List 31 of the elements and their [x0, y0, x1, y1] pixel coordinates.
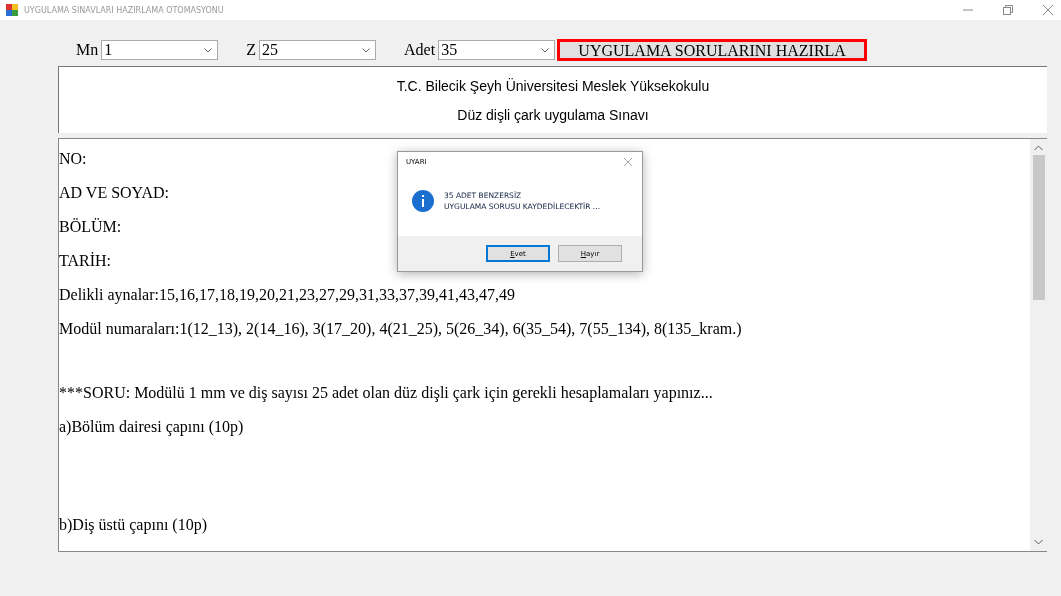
question-part: a)Bölüm dairesi çapını (10p) [59, 417, 244, 437]
combo-box[interactable]: 25 [259, 40, 376, 60]
question-text: ***SORU: Modülü 1 mm ve diş sayısı 25 adet olan düz dişli çark için gerekli hesaplamaları yapınız... [59, 383, 713, 403]
field-label: Z [246, 41, 256, 59]
dropdown-icon [204, 47, 213, 53]
info-icon [412, 190, 434, 212]
question-part: b)Diş üstü çapını (10p) [59, 515, 207, 535]
dropdown-icon [362, 47, 370, 53]
combo-box[interactable]: 1 [101, 40, 219, 60]
scrollbar-thumb[interactable] [1032, 155, 1045, 300]
dropdown-icon [541, 47, 550, 53]
document-line: TARİH: [59, 251, 112, 271]
header-text: T.C. Bilecik Şeyh Üniversitesi Meslek Yüksekokulu [396, 77, 710, 94]
field-label: Adet [404, 41, 436, 59]
document-line: AD VE SOYAD: [59, 183, 169, 203]
close-icon[interactable] [624, 158, 632, 166]
window-title: UYGULAMA SINAVLARI HAZIRLAMA OTOMASYONU [24, 5, 224, 15]
app-icon [6, 4, 18, 16]
header-text: Düz dişli çark uygulama Sınavı [457, 106, 649, 123]
restore-icon[interactable] [1003, 5, 1013, 15]
document-line: Modül numaraları:1(12_13), 2(14_16), 3(17_20), 4(21_25), 5(26_34), 6(35_54), 7(55_134), 8(135_kram.) [59, 319, 742, 339]
field-label: Mn [76, 41, 99, 59]
close-icon[interactable] [1043, 5, 1053, 15]
prepare-button[interactable]: UYGULAMA SORULARINI HAZIRLA [557, 39, 868, 61]
document-line: Delikli aynalar:15,16,17,18,19,20,21,23,27,29,31,33,37,39,41,43,47,49 [59, 285, 515, 305]
document-line: BÖLÜM: [59, 217, 122, 237]
scrollbar[interactable] [1030, 139, 1047, 551]
scroll-down-icon[interactable] [1034, 539, 1043, 545]
document-line: NO: [59, 149, 87, 169]
scroll-up-icon[interactable] [1034, 145, 1043, 151]
combo-box[interactable]: 35 [438, 40, 556, 60]
